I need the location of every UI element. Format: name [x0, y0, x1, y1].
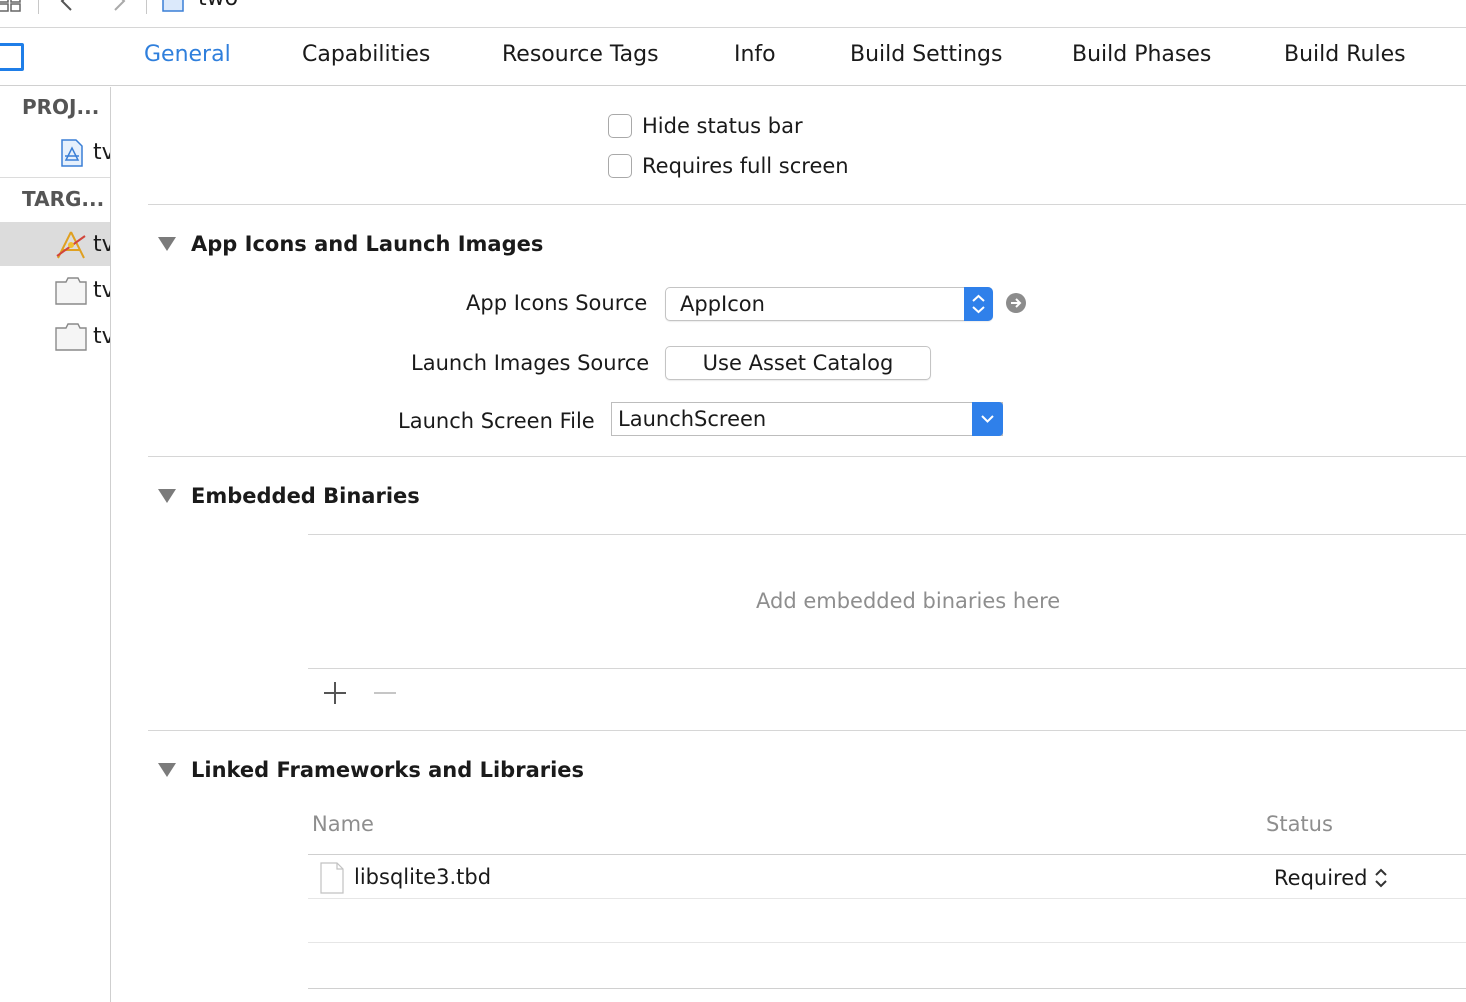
projects-header: PROJ... [22, 95, 100, 119]
sidebar-toggle-icon[interactable] [0, 43, 24, 71]
table-bottom-border [308, 668, 1466, 669]
related-items-icon[interactable] [0, 0, 22, 12]
app-icons-source-value: AppIcon [680, 292, 765, 316]
chevron-updown-icon [972, 294, 985, 314]
back-arrow-icon[interactable] [56, 0, 76, 12]
table-row-divider [308, 898, 1466, 899]
bundle-target-icon [55, 277, 87, 305]
tab-build-rules[interactable]: Build Rules [1284, 42, 1406, 67]
sidebar-item-label: tv [93, 232, 110, 257]
section-title: App Icons and Launch Images [191, 232, 544, 256]
add-binary-plus-icon[interactable] [322, 680, 348, 706]
tab-build-phases[interactable]: Build Phases [1072, 42, 1211, 67]
sidebar-item-label: tv [93, 278, 110, 303]
launch-images-source-label: Launch Images Source [411, 351, 650, 375]
remove-binary-minus-icon[interactable] [372, 680, 398, 706]
sidebar-item-test-target[interactable]: tv [0, 268, 110, 312]
general-settings-pane: Hide status bar Requires full screen App… [112, 87, 1466, 1002]
file-icon [320, 862, 344, 894]
sidebar-item-label: tv [93, 140, 110, 165]
disclosure-triangle-icon[interactable] [158, 489, 176, 503]
tab-general[interactable]: General [144, 42, 231, 67]
targets-header: TARG... [22, 187, 105, 211]
hide-status-bar-row: Hide status bar [608, 114, 803, 138]
sidebar-item-project[interactable]: tv [0, 130, 110, 174]
chevron-updown-icon [1375, 868, 1388, 888]
project-file-icon [162, 0, 184, 12]
launch-screen-file-combo[interactable]: LaunchScreen [611, 402, 1003, 436]
app-icons-source-popup[interactable]: AppIcon [665, 287, 993, 321]
sidebar-item-ui-test-target[interactable]: tv [0, 314, 110, 358]
launch-screen-file-value: LaunchScreen [618, 407, 767, 431]
sidebar-item-app-target[interactable]: tv [0, 222, 110, 266]
linked-frameworks-section-header[interactable]: Linked Frameworks and Libraries [158, 758, 584, 782]
combo-dropdown-button[interactable] [972, 402, 1003, 436]
tab-info[interactable]: Info [734, 42, 776, 67]
project-target-sidebar: PROJ... tv TARG... tv tv tv [0, 87, 111, 1002]
sidebar-divider [0, 177, 110, 178]
status-value: Required [1274, 866, 1368, 890]
requires-full-screen-label: Requires full screen [642, 154, 849, 178]
breadcrumb[interactable]: two [198, 0, 238, 11]
hide-status-bar-label: Hide status bar [642, 114, 803, 138]
popup-stepper[interactable] [964, 287, 993, 321]
table-row-divider [308, 942, 1466, 943]
project-file-icon [61, 139, 83, 167]
go-to-arrow-icon[interactable] [1005, 292, 1027, 314]
column-header-status[interactable]: Status [1266, 812, 1333, 836]
app-icons-source-label: App Icons Source [466, 291, 648, 315]
framework-name: libsqlite3.tbd [354, 865, 492, 889]
requires-full-screen-checkbox[interactable] [608, 154, 632, 178]
tab-capabilities[interactable]: Capabilities [302, 42, 430, 67]
section-title: Linked Frameworks and Libraries [191, 758, 585, 782]
toolbar-divider [38, 0, 39, 14]
section-divider [148, 456, 1466, 457]
table-bottom-border [308, 988, 1466, 989]
chevron-down-icon [981, 415, 994, 423]
tab-build-settings[interactable]: Build Settings [850, 42, 1002, 67]
disclosure-triangle-icon[interactable] [158, 763, 176, 777]
section-divider [148, 204, 1466, 205]
use-asset-catalog-button[interactable]: Use Asset Catalog [665, 346, 931, 380]
app-target-icon [56, 231, 86, 259]
sidebar-item-label: tv [93, 324, 110, 349]
forward-arrow-icon[interactable] [110, 0, 130, 12]
status-popup[interactable]: Required [1274, 865, 1389, 891]
path-bar: two [0, 0, 1466, 28]
table-top-border [308, 534, 1466, 535]
disclosure-triangle-icon[interactable] [158, 237, 176, 251]
section-title: Embedded Binaries [191, 484, 420, 508]
launch-screen-file-label: Launch Screen File [398, 409, 595, 433]
table-header-border [308, 854, 1466, 855]
tab-resource-tags[interactable]: Resource Tags [502, 42, 659, 67]
app-icons-section-header[interactable]: App Icons and Launch Images [158, 232, 543, 256]
editor-tab-bar: General Capabilities Resource Tags Info … [0, 28, 1466, 86]
bundle-target-icon [55, 323, 87, 351]
section-divider [148, 730, 1466, 731]
requires-full-screen-row: Requires full screen [608, 154, 849, 178]
hide-status-bar-checkbox[interactable] [608, 114, 632, 138]
toolbar-divider [146, 0, 147, 14]
embedded-binaries-placeholder: Add embedded binaries here [756, 589, 1061, 613]
column-header-name[interactable]: Name [312, 812, 374, 836]
embedded-binaries-section-header[interactable]: Embedded Binaries [158, 484, 420, 508]
